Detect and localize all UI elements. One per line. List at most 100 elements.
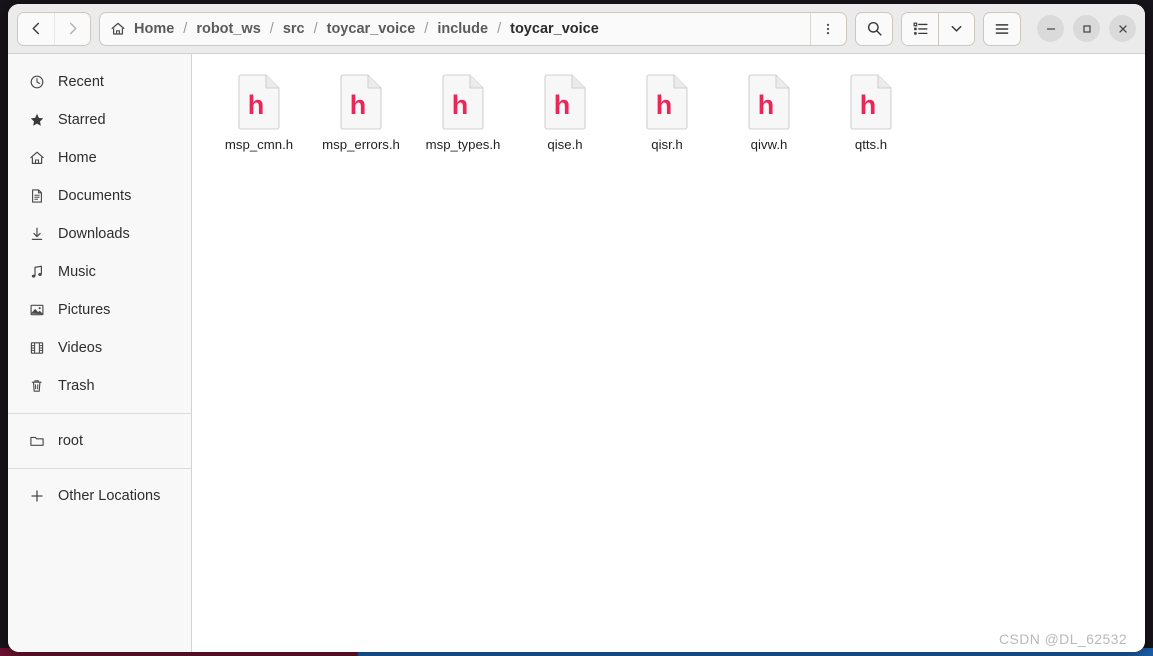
list-view-button[interactable] [902,12,938,45]
music-note-icon [28,264,46,280]
close-button[interactable] [1109,15,1136,42]
file-item[interactable]: h qivw.h [718,70,820,159]
hamburger-menu-icon [995,23,1009,34]
sidebar-item-other-locations[interactable]: Other Locations [14,477,185,515]
folder-icon [28,433,46,449]
window-body: Recent Starred Home Documents Downloads … [8,54,1145,652]
header-file-icon: h [338,74,384,130]
sidebar-item-label: Pictures [58,302,111,318]
sidebar-item-label: Home [58,150,97,166]
watermark: CSDN @DL_62532 [999,631,1127,647]
chevron-down-icon [951,25,962,32]
breadcrumb-separator: / [313,20,318,37]
sidebar-item-documents[interactable]: Documents [14,177,185,215]
svg-text:h: h [554,90,571,120]
plus-icon [28,488,46,504]
kebab-menu-icon[interactable] [810,12,844,45]
sidebar-item-label: Music [58,264,96,280]
maximize-icon [1082,24,1091,33]
view-options-dropdown[interactable] [938,12,974,45]
header-file-icon: h [440,74,486,130]
trash-icon [28,378,46,394]
header-file-icon: h [848,74,894,130]
file-name-label: msp_errors.h [322,137,400,152]
video-icon [28,340,46,356]
sidebar-item-videos[interactable]: Videos [14,329,185,367]
breadcrumb-path-bar: Home / robot_ws / src / toycar_voice / i… [99,11,847,46]
breadcrumb-item-3[interactable]: toycar_voice [326,19,417,39]
header-bar: Home / robot_ws / src / toycar_voice / i… [8,4,1145,54]
close-icon [1118,24,1127,33]
sidebar-item-label: Documents [58,188,132,204]
sidebar-item-label: Starred [58,112,106,128]
home-icon [110,21,126,37]
sidebar-item-label: Other Locations [58,488,161,504]
sidebar-item-trash[interactable]: Trash [14,367,185,405]
breadcrumb-item-2[interactable]: src [282,19,306,39]
file-item[interactable]: h msp_cmn.h [208,70,310,159]
list-view-icon [913,22,928,35]
file-name-label: qtts.h [854,137,888,152]
breadcrumb-separator: / [497,20,502,37]
file-grid: h msp_cmn.h h msp_errors.h h msp_types.h… [208,70,1135,159]
breadcrumb-item-4[interactable]: include [436,19,489,39]
file-list-area[interactable]: h msp_cmn.h h msp_errors.h h msp_types.h… [192,54,1145,652]
sidebar-separator-2 [8,468,191,469]
file-name-label: msp_cmn.h [224,137,294,152]
file-name-label: msp_types.h [425,137,501,152]
sidebar-separator-1 [8,413,191,414]
file-name-label: qise.h [547,137,583,152]
sidebar-item-root[interactable]: root [14,422,185,460]
file-name-label: qisr.h [651,137,683,152]
search-button[interactable] [855,11,893,46]
sidebar-item-label: Videos [58,340,103,356]
breadcrumb-separator: / [183,20,188,37]
main-menu-button[interactable] [983,11,1021,46]
file-item[interactable]: h qtts.h [820,70,922,159]
sidebar: Recent Starred Home Documents Downloads … [8,54,192,652]
header-file-icon: h [644,74,690,130]
file-name-label: qivw.h [750,137,788,152]
breadcrumb-item-1[interactable]: robot_ws [195,19,261,39]
download-icon [28,226,46,242]
minimize-button[interactable] [1037,15,1064,42]
svg-text:h: h [248,90,265,120]
file-item[interactable]: h msp_errors.h [310,70,412,159]
file-item[interactable]: h qisr.h [616,70,718,159]
file-manager-window: Home / robot_ws / src / toycar_voice / i… [8,4,1145,652]
svg-text:h: h [656,90,673,120]
chevron-right-icon [69,22,77,35]
picture-icon [28,302,46,318]
breadcrumb-separator: / [424,20,429,37]
navigation-button-group [17,11,91,46]
back-button[interactable] [18,12,54,45]
header-file-icon: h [746,74,792,130]
svg-text:h: h [758,90,775,120]
home-icon [28,150,46,166]
sidebar-item-downloads[interactable]: Downloads [14,215,185,253]
header-file-icon: h [542,74,588,130]
svg-text:h: h [860,90,877,120]
sidebar-item-label: Trash [58,378,95,394]
search-icon [867,21,882,36]
window-controls [1037,15,1136,42]
chevron-left-icon [32,22,39,35]
sidebar-item-music[interactable]: Music [14,253,185,291]
maximize-button[interactable] [1073,15,1100,42]
svg-text:h: h [452,90,469,120]
forward-button[interactable] [54,12,90,45]
breadcrumb-separator: / [269,20,274,37]
sidebar-item-pictures[interactable]: Pictures [14,291,185,329]
sidebar-item-label: Recent [58,74,104,90]
view-mode-group [901,11,975,46]
file-item[interactable]: h qise.h [514,70,616,159]
sidebar-item-recent[interactable]: Recent [14,63,185,101]
clock-icon [28,74,46,90]
file-item[interactable]: h msp_types.h [412,70,514,159]
breadcrumb-item-0[interactable]: Home [133,19,175,39]
sidebar-item-label: Downloads [58,226,130,242]
sidebar-item-home[interactable]: Home [14,139,185,177]
svg-text:h: h [350,90,367,120]
sidebar-item-starred[interactable]: Starred [14,101,185,139]
breadcrumb-item-current[interactable]: toycar_voice [509,19,600,39]
